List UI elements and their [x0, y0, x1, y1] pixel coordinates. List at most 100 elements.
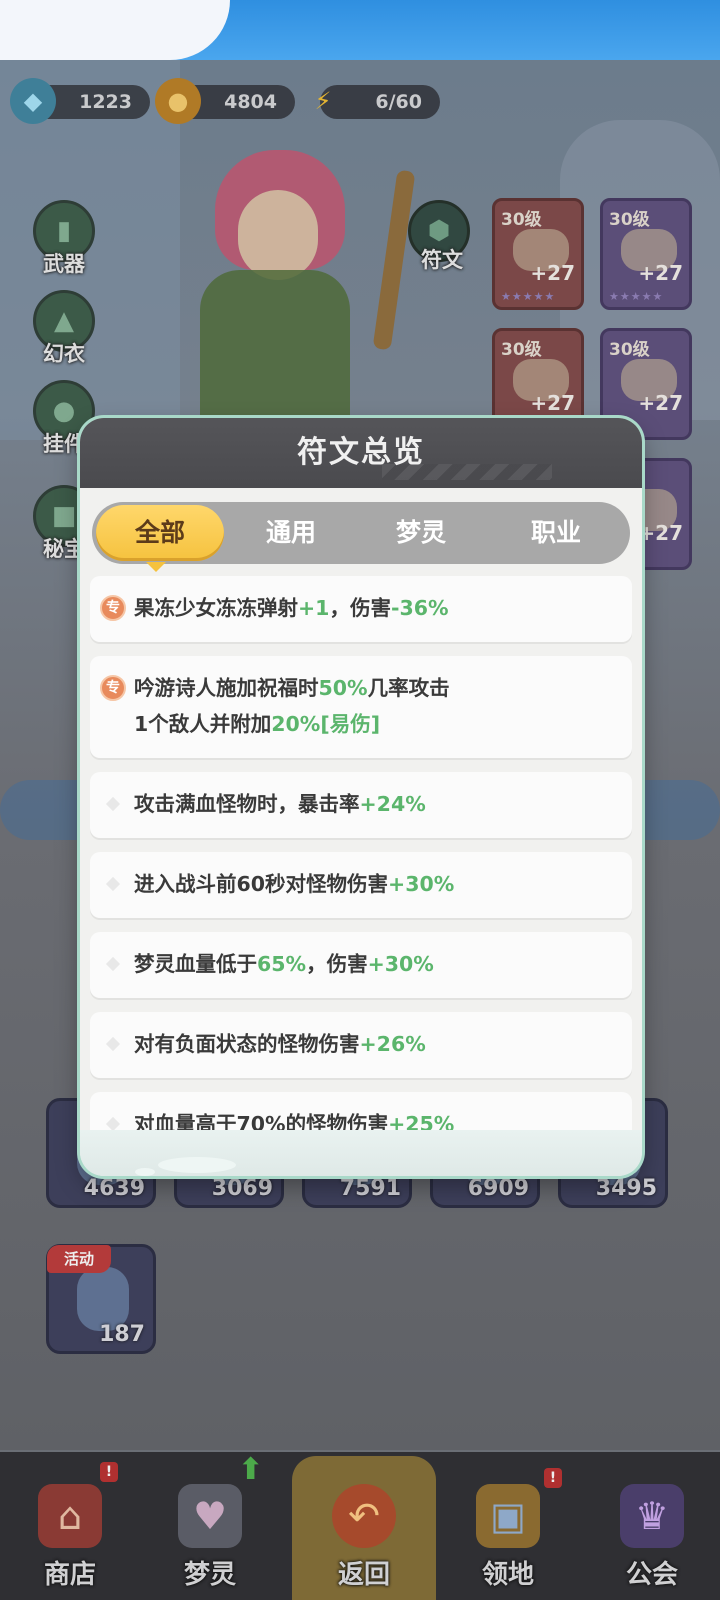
- rune-value: -36%: [390, 596, 449, 620]
- nav-shop-label: 商店: [43, 1560, 96, 1590]
- rune-text-segment: ，伤害: [329, 596, 391, 620]
- rune-text-segment: 梦灵血量低于: [134, 952, 257, 976]
- rune-card: 梦灵血量低于65%，伤害+30%: [90, 932, 632, 998]
- dialog-header: 符文总览: [80, 418, 642, 488]
- rune-value: +30%: [388, 872, 455, 896]
- rune-value: +24%: [359, 792, 426, 816]
- rune-card: 对有负面状态的怪物伤害+26%: [90, 1012, 632, 1078]
- rune-filter-tabs: 全部 通用 梦灵 职业: [92, 502, 630, 564]
- stamina-count: 6/60: [375, 91, 422, 113]
- rune-list[interactable]: 专果冻少女冻冻弹射+1，伤害-36% 专吟游诗人施加祝福时50%几率攻击 1个敌人并…: [90, 576, 632, 1136]
- equip-level: 30级: [609, 210, 650, 230]
- dialog-title: 符文总览: [297, 435, 425, 470]
- rune-value: 50%: [318, 676, 368, 700]
- tab-general[interactable]: 通用: [226, 502, 356, 564]
- rune-overview-dialog: 符文总览 全部 通用 梦灵 职业 专果冻少女冻冻弹射+1，伤害-36% 专吟游诗人…: [80, 418, 642, 1176]
- rune-description: 果冻少女冻冻弹射+1，伤害-36%: [134, 592, 449, 625]
- equip-plus: +27: [638, 521, 683, 545]
- rune-label: 符文: [421, 248, 463, 272]
- equip-slot-helmet[interactable]: 30级 +27 ★★★★★: [492, 198, 584, 310]
- equip-stars: ★★★★★: [501, 290, 556, 303]
- equip-level: 30级: [609, 340, 650, 360]
- rune-text-segment: 进入战斗前60秒对怪物伤害: [134, 872, 389, 896]
- rune-card: 专果冻少女冻冻弹射+1，伤害-36%: [90, 576, 632, 642]
- equip-plus: +27: [638, 261, 683, 285]
- equip-plus: +27: [530, 261, 575, 285]
- rune-value: 20%: [271, 712, 321, 736]
- rune-description: 吟游诗人施加祝福时50%几率攻击: [134, 672, 450, 705]
- rune-description: 攻击满血怪物时，暴击率+24%: [134, 788, 426, 821]
- equip-plus: +27: [638, 391, 683, 415]
- rune-bullet-icon: [105, 956, 121, 972]
- active-tab-pointer: [146, 562, 166, 572]
- rune-text-segment: ，伤害: [306, 952, 368, 976]
- rune-text-segment: 1个敌人并附加: [134, 712, 272, 736]
- tab-class[interactable]: 职业: [486, 502, 626, 564]
- nav-guild[interactable]: ♛ 公会: [592, 1452, 712, 1600]
- rune-value: +1: [298, 596, 330, 620]
- hero-face: [238, 190, 318, 280]
- back-arrow-icon: ↶: [332, 1484, 396, 1548]
- rune-value: +26%: [359, 1032, 426, 1056]
- weapon-label: 武器: [43, 252, 85, 276]
- rune-value: [易伤]: [320, 712, 381, 736]
- item-count: 4639: [83, 1176, 145, 1201]
- shop-icon: ⌂: [38, 1484, 102, 1548]
- guild-icon: ♛: [620, 1484, 684, 1548]
- rune-description: 1个敌人并附加20%[易伤]: [134, 708, 380, 741]
- gold-coin-icon: ●: [155, 78, 201, 124]
- shop-alert-badge: !: [100, 1462, 118, 1482]
- equip-stars: ★★★★★: [609, 290, 664, 303]
- tab-all[interactable]: 全部: [96, 505, 224, 561]
- equip-level: 30级: [501, 340, 542, 360]
- rune-text-segment: 攻击满血怪物时，暴击率: [134, 792, 360, 816]
- rune-description: 进入战斗前60秒对怪物伤害+30%: [134, 868, 454, 901]
- territory-alert-badge: !: [544, 1468, 562, 1488]
- equip-level: 30级: [501, 210, 542, 230]
- rune-description: 对有负面状态的怪物伤害+26%: [134, 1028, 426, 1061]
- rune-value: +30%: [367, 952, 434, 976]
- item-count: 3495: [595, 1176, 657, 1201]
- costume-button[interactable]: ▲ 幻衣: [28, 290, 100, 366]
- gold-count: 4804: [224, 91, 277, 113]
- equip-plus: +27: [530, 391, 575, 415]
- lightning-icon: ⚡: [314, 87, 332, 115]
- nav-back-label: 返回: [337, 1560, 390, 1590]
- item-count: 6909: [467, 1176, 529, 1201]
- exclusive-rune-icon: 专: [100, 675, 126, 701]
- rune-bullet-icon: [105, 1036, 121, 1052]
- dialog-bubble-decoration: [135, 1168, 155, 1176]
- rune-bullet-icon: [105, 876, 121, 892]
- rune-button[interactable]: ⬢ 符文: [408, 200, 476, 280]
- exclusive-rune-icon: 专: [100, 595, 126, 621]
- rune-card: 专吟游诗人施加祝福时50%几率攻击 1个敌人并附加20%[易伤]: [90, 656, 632, 758]
- rune-card: 进入战斗前60秒对怪物伤害+30%: [90, 852, 632, 918]
- costume-label: 幻衣: [43, 342, 85, 366]
- dream-spirit-icon: ♥: [178, 1484, 242, 1548]
- gem-icon: ◆: [10, 78, 56, 124]
- item-count: 3069: [211, 1176, 273, 1201]
- rune-value: 65%: [257, 952, 307, 976]
- upgrade-arrow-icon: ⬆: [238, 1452, 264, 1487]
- tab-dream-spirit[interactable]: 梦灵: [356, 502, 486, 564]
- item-count: 187: [99, 1322, 145, 1347]
- nav-dream-spirit-label: 梦灵: [183, 1560, 236, 1590]
- dialog-bubble-decoration: [158, 1157, 236, 1173]
- rune-text-segment: 几率攻击: [367, 676, 450, 700]
- rune-text-segment: 对有负面状态的怪物伤害: [134, 1032, 360, 1056]
- rune-card: 攻击满血怪物时，暴击率+24%: [90, 772, 632, 838]
- rune-text-segment: 吟游诗人施加祝福时: [134, 676, 319, 700]
- nav-guild-label: 公会: [625, 1560, 678, 1590]
- item-count: 7591: [339, 1176, 401, 1201]
- gem-count: 1223: [79, 91, 132, 113]
- nav-territory-label: 领地: [481, 1560, 534, 1590]
- event-tag: 活动: [47, 1245, 111, 1273]
- nav-back[interactable]: ↶ 返回: [304, 1452, 424, 1600]
- rune-description: 梦灵血量低于65%，伤害+30%: [134, 948, 434, 981]
- rune-text-segment: 果冻少女冻冻弹射: [134, 596, 298, 620]
- equip-slot-armor[interactable]: 30级 +27 ★★★★★: [600, 198, 692, 310]
- event-item-slot[interactable]: 活动 187: [46, 1244, 156, 1354]
- rune-bullet-icon: [105, 796, 121, 812]
- weapon-button[interactable]: ▮ 武器: [28, 200, 100, 276]
- sky-cloud: [0, 0, 230, 60]
